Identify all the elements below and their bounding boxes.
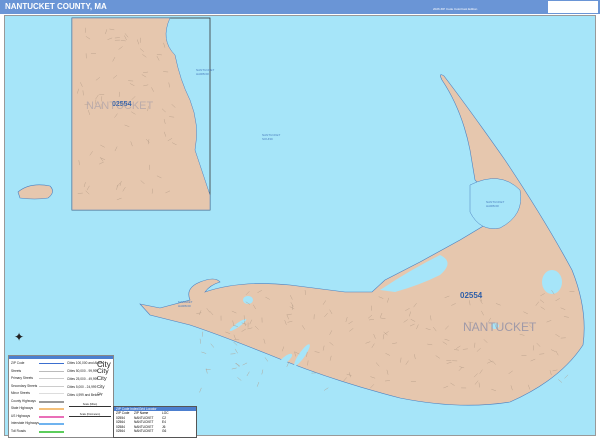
legend-swatch xyxy=(39,363,64,364)
inset-city-label: NANTUCKET xyxy=(86,100,153,112)
street xyxy=(200,339,201,344)
scale-bar: Scale (Miles) xyxy=(69,403,111,407)
inset-harbor-label: NANTUCKET HARBOR xyxy=(196,68,216,76)
legend-city-range: Cities 50,000 - 99,999 xyxy=(67,369,98,373)
legend-item: US Highways xyxy=(11,414,30,418)
legend-city-range: Cities 5,000 - 24,999 xyxy=(67,385,96,389)
legend-swatch xyxy=(39,386,64,387)
street xyxy=(262,370,263,375)
legend-city-sample: City xyxy=(97,376,107,382)
street xyxy=(232,368,237,369)
street xyxy=(237,377,241,380)
legend-swatch xyxy=(39,408,64,410)
legend-header xyxy=(9,356,113,359)
legend: ZIP Code Streets Primary Streets Secondary … xyxy=(8,355,114,438)
sound-label: NANTUCKET SOUND xyxy=(262,133,282,141)
legend-item: Toll Roads xyxy=(11,429,26,433)
zip-index-table: ZIP Code Index/Grid Locator ZIP Code ZIP… xyxy=(113,406,197,438)
legend-swatch xyxy=(39,371,64,372)
sesachacha-pond xyxy=(542,270,562,294)
street xyxy=(211,344,214,348)
legend-swatch xyxy=(39,416,64,418)
street xyxy=(558,379,562,382)
legend-item: Secondary Streets xyxy=(11,384,37,388)
street xyxy=(565,375,569,379)
legend-item: Primary Streets xyxy=(11,376,33,380)
street xyxy=(247,372,250,376)
street xyxy=(265,357,268,361)
street xyxy=(200,388,202,393)
street xyxy=(233,342,237,345)
legend-swatch xyxy=(39,423,64,425)
legend-swatch xyxy=(39,431,64,433)
city-label: NANTUCKET xyxy=(463,320,536,334)
street xyxy=(257,382,259,387)
legend-swatch xyxy=(39,401,64,403)
street xyxy=(201,352,206,354)
compass-rose-icon: ✦ xyxy=(14,330,24,344)
street xyxy=(243,363,247,365)
legend-item: ZIP Code xyxy=(11,361,24,365)
legend-swatch xyxy=(39,378,64,379)
tuckernuck-island xyxy=(18,185,53,199)
legend-city-range: Cities 25,000 - 49,999 xyxy=(67,377,98,381)
street xyxy=(235,349,238,353)
legend-item: County Highways xyxy=(11,399,36,403)
street xyxy=(324,388,328,391)
table-cell: 02564 xyxy=(116,429,134,434)
pond xyxy=(243,296,253,304)
table-cell: G6 xyxy=(162,429,166,434)
zip-label: 02554 xyxy=(460,291,482,300)
street xyxy=(202,332,203,337)
madaket-harbor-label: MADAKET HARBOR xyxy=(178,300,196,308)
legend-city-range: Cities 4,999 and Below xyxy=(67,393,100,397)
scale-bar: Scale (Kilometers) xyxy=(69,413,111,417)
legend-item: Streets xyxy=(11,369,21,373)
street xyxy=(236,363,239,367)
legend-city-sample: City xyxy=(97,384,105,389)
legend-city-sample: City xyxy=(97,392,103,396)
nantucket-harbor-label: NANTUCKET HARBOR xyxy=(486,200,506,208)
legend-item: Minor Streets xyxy=(11,391,30,395)
legend-item: Interstate Highways xyxy=(11,421,39,425)
street xyxy=(287,362,289,367)
legend-item: State Highways xyxy=(11,406,33,410)
table-cell: NANTUCKET xyxy=(134,429,162,434)
table-row: 02564NANTUCKETG6 xyxy=(114,429,196,434)
legend-city-sample: City xyxy=(97,368,109,375)
legend-swatch xyxy=(39,393,64,394)
